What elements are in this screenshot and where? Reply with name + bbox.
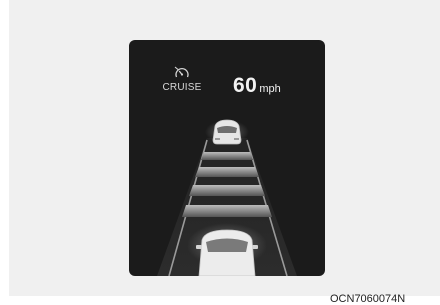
- set-speed-readout: 60 mph: [233, 74, 281, 98]
- distance-bar: [182, 205, 272, 217]
- speed-unit: mph: [259, 83, 281, 95]
- instrument-cluster-display: CRUISE 60 mph: [129, 40, 325, 276]
- figure-code: OCN7060074N: [330, 293, 406, 305]
- cruise-label: CRUISE: [162, 82, 202, 93]
- distance-bar: [201, 152, 253, 160]
- distance-bar: [189, 185, 265, 196]
- cruise-speedometer-icon: [174, 66, 189, 78]
- set-speed-value: 60: [233, 74, 258, 97]
- distance-bar: [195, 167, 259, 177]
- cruise-indicator: CRUISE: [157, 66, 207, 93]
- lead-vehicle-icon: [205, 119, 249, 145]
